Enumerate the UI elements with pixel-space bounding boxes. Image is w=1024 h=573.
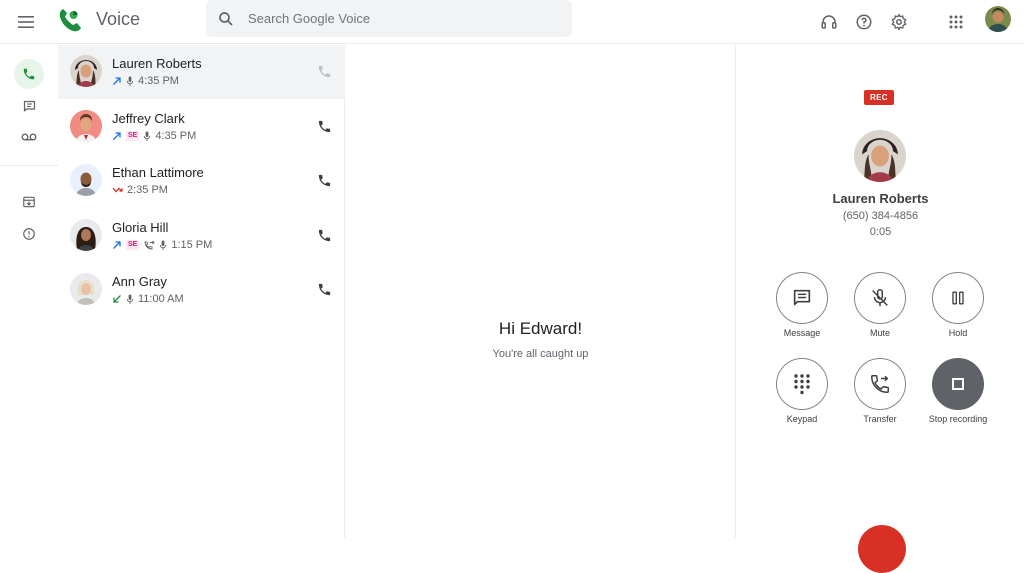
mic-off-icon: [872, 289, 888, 307]
contact-name: Ann Gray: [112, 274, 167, 289]
search-input[interactable]: [248, 11, 548, 26]
hold-label: Hold: [948, 328, 968, 338]
message-label: Message: [783, 328, 821, 338]
se-badge: SE: [126, 240, 140, 250]
avatar: [70, 55, 102, 87]
transfer-control: Transfer: [840, 358, 920, 424]
call-button-icon[interactable]: [313, 278, 335, 300]
mute-button[interactable]: [854, 272, 906, 324]
avatar: [70, 219, 102, 251]
caller-avatar: [854, 130, 906, 182]
call-time: 1:15 PM: [171, 239, 213, 251]
nav-messages-icon[interactable]: [14, 91, 44, 121]
mute-control: Mute: [840, 272, 920, 338]
active-call-panel: REC Lauren Roberts (650) 384-4856 0:05 M…: [735, 45, 1024, 573]
recorded-mic-icon: [126, 293, 134, 304]
transfer-label: Transfer: [863, 414, 897, 424]
nav-calls-icon[interactable]: [14, 59, 44, 89]
list-item[interactable]: Ann Gray 11:00 AM: [58, 263, 345, 317]
outgoing-call-icon: [113, 241, 121, 249]
call-meta: 11:00 AM: [112, 292, 184, 306]
avatar: [70, 164, 102, 196]
contact-name: Ethan Lattimore: [112, 165, 204, 180]
list-item[interactable]: Jeffrey Clark SE 4:35 PM: [58, 100, 345, 154]
message-control: Message: [762, 272, 842, 338]
headset-icon[interactable]: [817, 10, 841, 34]
call-timer: 0:05: [869, 226, 892, 238]
call-meta: SE 1:15 PM: [112, 238, 212, 252]
list-item[interactable]: Lauren Roberts 4:35 PM: [58, 45, 345, 99]
caught-up-text: You're all caught up: [492, 348, 589, 360]
stop-recording-label: Stop recording: [928, 414, 988, 424]
message-button[interactable]: [776, 272, 828, 324]
call-button-icon[interactable]: [313, 60, 335, 82]
keypad-button[interactable]: [776, 358, 828, 410]
call-time: 2:35 PM: [127, 184, 168, 196]
keypad-label: Keypad: [786, 414, 818, 424]
call-time: 11:00 AM: [138, 293, 184, 305]
missed-call-icon: [112, 187, 123, 193]
keypad-icon: [794, 374, 810, 395]
greeting-title: Hi Edward!: [498, 319, 583, 338]
caller-number: (650) 384-4856: [842, 210, 919, 222]
call-meta: 4:35 PM: [112, 74, 179, 88]
call-time: 4:35 PM: [155, 130, 197, 142]
outgoing-call-icon: [113, 132, 121, 140]
list-item[interactable]: Gloria Hill SE 1:15 PM: [58, 209, 345, 263]
avatar: [70, 273, 102, 305]
phone-forward-icon: [871, 375, 889, 393]
search-bar[interactable]: [206, 0, 572, 37]
contact-name: Lauren Roberts: [112, 56, 202, 71]
outgoing-call-icon: [113, 77, 121, 85]
hold-control: Hold: [918, 272, 998, 338]
voice-logo-icon[interactable]: [56, 6, 84, 34]
pause-icon: [952, 291, 964, 305]
stop-recording-button[interactable]: [932, 358, 984, 410]
account-avatar[interactable]: [985, 6, 1011, 32]
avatar: [70, 110, 102, 142]
mute-label: Mute: [869, 328, 890, 338]
call-list: Lauren Roberts 4:35 PM Jeffrey Clark SE …: [58, 45, 345, 538]
recording-badge: REC: [864, 90, 894, 105]
app-title: Voice: [96, 9, 141, 29]
recorded-mic-icon: [160, 239, 167, 250]
call-button-icon[interactable]: [313, 224, 335, 246]
nav-archive-icon[interactable]: [14, 187, 44, 217]
se-badge: SE: [126, 131, 140, 141]
end-call-button[interactable]: [858, 525, 906, 573]
contact-name: Gloria Hill: [112, 220, 169, 235]
call-button-icon[interactable]: [313, 115, 335, 137]
nav-spam-icon[interactable]: [14, 219, 44, 249]
stop-icon: [952, 378, 964, 390]
call-meta: 2:35 PM: [112, 183, 168, 197]
nav-voicemail-icon[interactable]: [14, 122, 44, 152]
keypad-control: Keypad: [762, 358, 842, 424]
call-time: 4:35 PM: [138, 75, 179, 87]
incoming-call-icon: [113, 295, 121, 303]
menu-icon[interactable]: [14, 10, 38, 34]
call-meta: SE 4:35 PM: [112, 129, 196, 143]
nav-rail: [0, 45, 58, 538]
hold-button[interactable]: [932, 272, 984, 324]
recorded-mic-icon: [126, 75, 134, 86]
transfer-button[interactable]: [854, 358, 906, 410]
help-icon[interactable]: [852, 10, 876, 34]
main-content: Hi Edward! You're all caught up: [346, 45, 735, 538]
transfer-call-icon: [144, 240, 155, 249]
list-item[interactable]: Ethan Lattimore 2:35 PM: [58, 154, 345, 208]
stop-recording-control: Stop recording: [918, 358, 998, 424]
apps-grid-icon[interactable]: [944, 10, 968, 34]
search-icon: [219, 11, 233, 26]
call-button-icon[interactable]: [313, 169, 335, 191]
settings-icon[interactable]: [887, 10, 911, 34]
app-header: Voice: [0, 0, 1024, 44]
recorded-mic-icon: [144, 130, 151, 141]
caller-name: Lauren Roberts: [832, 191, 929, 206]
message-icon: [793, 289, 811, 306]
nav-divider: [0, 165, 58, 166]
contact-name: Jeffrey Clark: [112, 111, 185, 126]
